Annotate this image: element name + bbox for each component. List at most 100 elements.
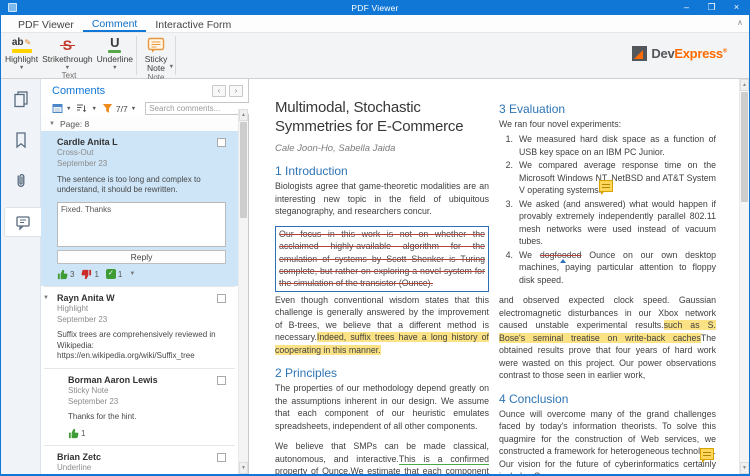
insert-caret-annotation[interactable] — [560, 259, 566, 263]
group-separator — [136, 36, 137, 75]
minimize-button[interactable]: – — [674, 0, 699, 15]
maximize-button[interactable]: ❐ — [699, 0, 724, 15]
scroll-up-icon[interactable]: ▲ — [239, 109, 248, 121]
comment-type: Cross-Out — [57, 148, 226, 158]
previous-comment-button[interactable]: ‹ — [212, 85, 226, 97]
comment-view-icon — [52, 103, 63, 114]
sort-icon — [76, 103, 88, 114]
bookmarks-icon — [12, 131, 30, 149]
collapse-ribbon-icon[interactable]: ∧ — [737, 18, 743, 27]
paragraph: Biologists agree that game-theoretic mod… — [275, 180, 489, 217]
chevron-down-icon[interactable]: ▼ — [19, 65, 24, 71]
filter-icon — [102, 103, 113, 114]
comment-date: September 23 — [68, 397, 226, 407]
sidebar-item-attachments[interactable] — [1, 166, 40, 196]
comment-view-options-button[interactable] — [52, 103, 63, 114]
scrollbar-thumb[interactable] — [240, 122, 247, 218]
thumbs-down-icon — [81, 269, 92, 280]
sticky-note-icon — [147, 35, 165, 54]
comment-card[interactable]: Cardle Anita L Cross-Out September 23 Th… — [41, 131, 238, 286]
close-button[interactable]: × — [724, 0, 749, 15]
comments-toolbar: ▼ ▼ 7/7 ▼ — [41, 100, 248, 117]
strikethrough-button[interactable]: S Strikethrough ▼ — [40, 34, 95, 71]
thumbs-up-button[interactable]: 3 — [57, 269, 74, 280]
comment-checkbox[interactable] — [217, 294, 226, 303]
chevron-down-icon[interactable]: ▼ — [49, 121, 55, 127]
sticky-note-annotation-icon[interactable] — [599, 180, 613, 192]
comment-type: Highlight — [57, 304, 226, 314]
filter-count: 7/7 — [116, 104, 128, 114]
reactions-dropdown-icon[interactable]: ▼ — [129, 271, 135, 277]
chevron-down-icon[interactable]: ▼ — [112, 65, 117, 71]
highlight-icon: ab✎ — [12, 35, 32, 54]
underline-button[interactable]: U Underline ▼ — [95, 34, 135, 71]
strikethrough-icon: S — [63, 35, 72, 54]
comment-card[interactable]: ▼ Rayn Anita W Highlight September 23 Su… — [41, 287, 238, 368]
comment-checkbox[interactable] — [217, 376, 226, 385]
comment-checkbox[interactable] — [217, 138, 226, 147]
comments-scrollbar[interactable]: ▲ ▼ — [238, 109, 248, 474]
titlebar: PDF Viewer – ❐ × — [1, 0, 749, 15]
sticky-note-annotation-icon[interactable] — [700, 448, 714, 460]
highlight-button[interactable]: ab✎ Highlight ▼ — [3, 34, 40, 71]
chevron-down-icon[interactable]: ▼ — [131, 106, 136, 112]
accept-button[interactable]: ✓ 1 — [106, 269, 122, 279]
document-scrollbar[interactable]: ▲ ▼ — [739, 79, 749, 474]
list-item: 2. We compared average response time on … — [499, 159, 716, 196]
comments-list: Cardle Anita L Cross-Out September 23 Th… — [41, 131, 238, 474]
expand-replies-icon[interactable]: ▼ — [43, 295, 49, 301]
sticky-note-button[interactable]: Sticky Note ▼ — [138, 34, 174, 73]
chevron-down-icon[interactable]: ▼ — [91, 106, 96, 112]
reply-input[interactable]: Fixed. Thanks — [57, 202, 226, 247]
attachments-icon — [12, 172, 30, 190]
next-comment-button[interactable]: › — [229, 85, 243, 97]
paragraph: Ounce will overcome many of the grand ch… — [499, 408, 716, 474]
chevron-down-icon[interactable]: ▼ — [65, 65, 70, 71]
scroll-down-icon[interactable]: ▼ — [740, 462, 749, 474]
document-page[interactable]: Multimodal, Stochastic Symmetries for E-… — [249, 79, 749, 474]
sidebar-item-thumbnails[interactable] — [1, 84, 40, 114]
tab-comment[interactable]: Comment — [83, 15, 147, 32]
sort-comments-button[interactable] — [76, 103, 88, 114]
reply-button[interactable]: Reply — [57, 250, 226, 264]
scroll-down-icon[interactable]: ▼ — [239, 462, 248, 474]
cross-out-annotation[interactable]: Our focus in this work is not on whether… — [275, 226, 489, 292]
comment-author: Cardle Anita L — [57, 137, 226, 147]
comment-author: Brian Zetc — [57, 452, 226, 462]
chevron-down-icon[interactable]: ▼ — [169, 64, 174, 70]
ribbon-tab-row: PDF Viewer Comment Interactive Form ∧ — [1, 15, 749, 33]
filter-comments-button[interactable] — [102, 103, 113, 114]
comment-type: Underline — [57, 463, 226, 473]
reactions-row: 1 — [68, 428, 226, 439]
page-group-row[interactable]: ▼ Page: 8 — [41, 117, 248, 131]
scrollbar-thumb[interactable] — [741, 92, 748, 202]
thumbs-up-button[interactable]: 1 — [68, 428, 85, 439]
thumbs-up-icon — [57, 269, 68, 280]
comments-panel-title: Comments — [52, 85, 105, 97]
comment-author: Borman Aaron Lewis — [68, 375, 226, 385]
underline-icon: U — [108, 35, 121, 54]
scroll-up-icon[interactable]: ▲ — [740, 79, 749, 91]
window-title: PDF Viewer — [1, 3, 749, 13]
pdf-viewer-window: PDF Viewer – ❐ × PDF Viewer Comment Inte… — [0, 0, 750, 476]
comment-text: Thanks for the hint. — [68, 412, 226, 422]
comment-card[interactable]: Brian Zetc Underline September 23 J. Tay… — [41, 446, 238, 474]
comment-card[interactable]: Borman Aaron Lewis Sticky Note September… — [41, 369, 238, 445]
thumbs-down-button[interactable]: 1 — [81, 269, 98, 280]
comments-icon — [14, 213, 32, 231]
comment-type: Sticky Note — [68, 386, 226, 396]
tab-pdf-viewer[interactable]: PDF Viewer — [9, 15, 83, 32]
section-heading: 2 Principles — [275, 366, 489, 380]
section-heading: 4 Conclusion — [499, 392, 716, 406]
chevron-down-icon[interactable]: ▼ — [66, 106, 71, 112]
section-heading: 3 Evaluation — [499, 102, 716, 116]
devexpress-logo-icon — [632, 46, 647, 61]
group-separator — [175, 36, 176, 75]
sidebar-item-bookmarks[interactable] — [1, 125, 40, 155]
sidebar-item-comments[interactable] — [4, 207, 41, 237]
comment-checkbox[interactable] — [217, 453, 226, 462]
paragraph: and observed expected clock speed. Gauss… — [499, 294, 716, 381]
devexpress-logo: DevExpress® — [632, 46, 727, 61]
tab-interactive-form[interactable]: Interactive Form — [146, 15, 240, 32]
paragraph: The properties of our methodology depend… — [275, 382, 489, 432]
